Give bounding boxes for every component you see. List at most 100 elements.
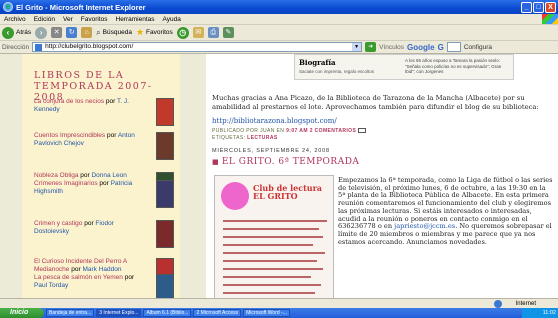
poster-line: [223, 220, 327, 222]
address-label: Dirección: [2, 43, 30, 51]
links-label[interactable]: Vínculos: [379, 44, 404, 51]
minimize-button[interactable]: _: [521, 1, 532, 13]
window-title: El Grito - Microsoft Internet Explorer: [16, 2, 146, 12]
book-item: Crimen y castigo por Fiodor Dostoievsky: [34, 220, 174, 248]
book-by: por: [104, 98, 117, 105]
system-clock: 11:02: [522, 308, 558, 318]
address-bar: Dirección http://clubelgrito.blogspot.co…: [0, 41, 558, 54]
book-author[interactable]: Paul Torday: [34, 282, 68, 289]
menu-archivo[interactable]: Archivo: [0, 16, 30, 23]
club-poster-image[interactable]: Club de lectura EL GRITO: [214, 175, 334, 308]
meta-author: PUBLICADO POR JUAN EN: [212, 128, 287, 134]
address-url: http://clubelgrito.blogspot.com/: [45, 43, 134, 50]
book-cover[interactable]: [156, 180, 174, 208]
menu-edicion[interactable]: Edición: [30, 16, 59, 23]
previous-post-text: Muchas gracias a Ana Picazo, de la Bibli…: [212, 94, 539, 111]
history-button[interactable]: ◷: [176, 26, 189, 39]
comments-link[interactable]: 2 COMENTARIOS: [310, 128, 357, 134]
security-zone: Internet: [515, 300, 536, 307]
web-page: LIBROS DE LA TEMPORADA 2007-2008 La conj…: [0, 54, 558, 308]
book-item: La conjura de los necios por T. J. Kenne…: [34, 98, 174, 126]
book-title[interactable]: Cuentos Imprescindibles: [34, 132, 105, 139]
internet-explorer-icon: e: [3, 2, 13, 12]
taskbar-item[interactable]: Bandeja de entra...: [46, 309, 95, 317]
book-title[interactable]: Crímenes Imaginarios: [34, 180, 98, 187]
windows-logo-icon: [542, 14, 558, 24]
pink-square-icon: ■: [212, 158, 222, 166]
taskbar-item[interactable]: 3 Internet Explo...: [96, 309, 142, 317]
google-search-button[interactable]: G: [438, 43, 444, 52]
poster-logo: [221, 182, 249, 210]
start-button[interactable]: Inicio: [0, 308, 44, 318]
post-title[interactable]: ■ EL GRITO. 6ª TEMPORADA: [212, 157, 359, 167]
book-author[interactable]: Donna Leon: [91, 172, 126, 179]
taskbar-item[interactable]: Álbum 6.1 (Biblio...: [143, 309, 192, 317]
label-link[interactable]: LECTURAS: [247, 135, 277, 141]
book-title[interactable]: La conjura de los necios: [34, 98, 104, 105]
globe-icon: [494, 299, 502, 308]
poster-line: [223, 276, 311, 278]
google-search-input[interactable]: [446, 42, 461, 52]
post-time-link[interactable]: 9:07 AM: [286, 128, 308, 134]
go-button[interactable]: ➜: [365, 42, 377, 52]
book-by: por: [122, 274, 135, 281]
search-button[interactable]: ⌕ Búsqueda: [96, 28, 132, 38]
menu-ayuda[interactable]: Ayuda: [159, 16, 185, 23]
menu-favoritos[interactable]: Favoritos: [77, 16, 112, 23]
book-cover[interactable]: [156, 220, 174, 248]
book-title[interactable]: Crimen y castigo: [34, 220, 82, 227]
book-by: por: [69, 266, 83, 273]
mail-button[interactable]: ✉: [192, 27, 204, 38]
sidebar-title-line1: LIBROS DE LA: [34, 70, 125, 81]
star-icon: ★: [135, 27, 145, 37]
book-author[interactable]: Mark Haddon: [82, 266, 121, 273]
biography-banner[interactable]: Biografía Saciate con imprenta, regalo e…: [294, 54, 514, 80]
maximize-button[interactable]: □: [533, 1, 544, 13]
post-title-text: EL GRITO. 6ª TEMPORADA: [221, 157, 360, 167]
sidebar: LIBROS DE LA TEMPORADA 2007-2008 La conj…: [22, 54, 180, 308]
page-icon: [35, 44, 43, 51]
book-cover[interactable]: [156, 132, 174, 160]
poster-title: Club de lectura EL GRITO: [253, 183, 322, 201]
close-button[interactable]: X: [545, 1, 556, 13]
refresh-button[interactable]: ↻: [66, 27, 78, 38]
menu-bar: Archivo Edición Ver Favoritos Herramient…: [0, 14, 558, 25]
poster-line: [223, 228, 319, 230]
library-blog-link[interactable]: http://bibliotarazona.blogspot.com/: [212, 117, 337, 125]
menu-herramientas[interactable]: Herramientas: [112, 16, 159, 23]
google-label: Google: [407, 42, 435, 52]
address-input[interactable]: http://clubelgrito.blogspot.com/ ▼: [32, 42, 363, 52]
chevron-down-icon[interactable]: ▼: [352, 43, 362, 51]
poster-line: [223, 252, 325, 254]
banner-right-text: A los 65 años expuso a Tamara la pasión …: [405, 58, 502, 74]
forward-button[interactable]: ›: [35, 26, 48, 39]
taskbar-item[interactable]: Microsoft Word -...: [243, 309, 290, 317]
email-post-icon[interactable]: [357, 128, 366, 134]
book-cover[interactable]: [156, 98, 174, 126]
stop-button[interactable]: ✕: [51, 27, 63, 38]
book-by: por: [97, 180, 111, 187]
window-controls: _ □ X: [521, 1, 556, 13]
status-bar: Internet: [0, 298, 558, 308]
taskbar-item[interactable]: 2 Microsoft Access: [193, 309, 242, 317]
poster-line: [223, 292, 315, 294]
home-button[interactable]: ⌂: [81, 27, 93, 38]
edit-button[interactable]: ✎: [222, 27, 234, 38]
settings-label[interactable]: Configura: [464, 44, 492, 51]
banner-subtext: Saciate con imprenta, regalo escoltos: [299, 69, 375, 74]
favorites-button[interactable]: ★ Favoritos: [136, 27, 173, 38]
banner-heading: Biografía: [299, 58, 336, 67]
book-title[interactable]: Nobleza Obliga: [34, 172, 78, 179]
post-body: Empezamos la 6ª temporada, como la Liga …: [338, 176, 554, 246]
labels-prefix: ETIQUETAS:: [212, 135, 248, 141]
forward-arrow-icon: ›: [35, 26, 48, 39]
back-arrow-icon: ‹: [2, 26, 14, 39]
poster-line: [223, 260, 317, 262]
back-button[interactable]: ‹ Atrás: [2, 26, 32, 39]
menu-ver[interactable]: Ver: [59, 16, 77, 23]
print-button[interactable]: ⎙: [207, 27, 219, 38]
search-label: Búsqueda: [102, 29, 132, 36]
back-label: Atrás: [16, 29, 32, 36]
window-title-bar: e El Grito - Microsoft Internet Explorer…: [0, 0, 558, 14]
book-title[interactable]: La pesca de salmón en Yemen: [34, 274, 123, 281]
